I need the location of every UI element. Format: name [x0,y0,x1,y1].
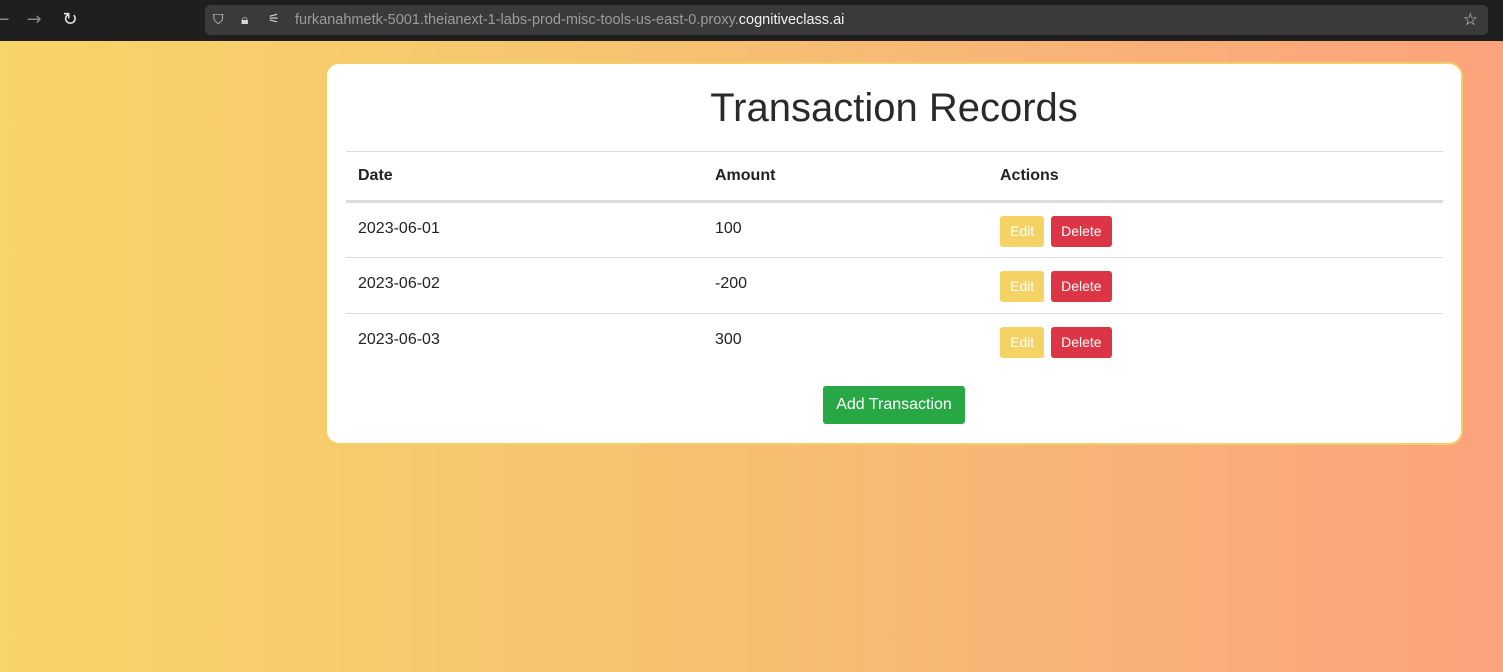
column-header-amount: Amount [703,151,988,203]
amount-cell: 300 [703,313,988,370]
reload-icon[interactable]: ↻ [58,8,82,32]
table-row: 2023-06-01 100 Edit Delete [346,202,1443,258]
column-header-date: Date [346,151,703,203]
table-row: 2023-06-02 -200 Edit Delete [346,257,1443,314]
delete-button[interactable]: Delete [1051,216,1112,247]
actions-cell: Edit Delete [988,313,1443,370]
edit-button[interactable]: Edit [1000,327,1045,358]
page-title: Transaction Records [710,86,1078,130]
date-cell: 2023-06-03 [346,313,703,370]
url-text[interactable]: furkanahmetk-5001.theianext-1-labs-prod-… [295,5,844,35]
delete-button[interactable]: Delete [1051,271,1112,302]
edit-button[interactable]: Edit [1000,216,1045,247]
add-transaction-button[interactable]: Add Transaction [823,386,965,424]
actions-cell: Edit Delete [988,202,1443,258]
browser-toolbar: ← → ↻ ⛉ 🔒︎ ⚟ furkanahmetk-5001.theianext… [0,0,1503,41]
back-arrow-icon[interactable]: ← [0,8,14,32]
edit-button[interactable]: Edit [1000,271,1045,302]
shield-icon[interactable]: ⛉ [213,5,224,35]
forward-arrow-icon[interactable]: → [22,8,46,32]
url-host-prefix: furkanahmetk-5001.theianext-1-labs-prod-… [295,12,739,28]
amount-cell: 100 [715,220,742,237]
transactions-table: Date Amount Actions 2023-06-01 100 Edit D… [346,151,1443,370]
table-header-row: Date Amount Actions [346,151,1443,203]
delete-button[interactable]: Delete [1051,327,1112,358]
bookmark-star-icon[interactable]: ☆ [1463,5,1478,35]
permissions-icon[interactable]: ⚟ [268,5,280,35]
actions-cell: Edit Delete [988,257,1443,314]
transactions-card: Transaction Records Date Amount Actions … [325,62,1463,445]
lock-icon[interactable]: 🔒︎ [241,5,248,35]
url-domain: cognitiveclass.ai [738,12,845,28]
date-cell: 2023-06-02 [346,257,703,314]
amount-cell: -200 [703,257,988,314]
date-cell: 2023-06-01 [358,220,440,237]
table-row: 2023-06-03 300 Edit Delete [346,313,1443,370]
address-bar[interactable]: ⛉ 🔒︎ ⚟ furkanahmetk-5001.theianext-1-lab… [205,5,1488,35]
column-header-actions: Actions [988,151,1443,203]
